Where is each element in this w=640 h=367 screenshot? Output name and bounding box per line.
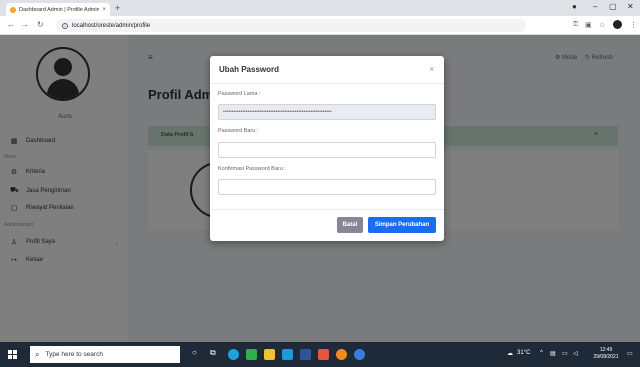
change-password-modal: Ubah Password × Password Lama : ••••••••…: [210, 56, 444, 241]
search-icon: ⌕: [35, 349, 40, 359]
store-icon[interactable]: [282, 349, 293, 360]
app-orange-icon[interactable]: [318, 349, 329, 360]
browser-tab-bar: Dashboard Admin | Profile Admin × + ● – …: [0, 0, 640, 16]
address-bar: ← → ↻ i localhost/oreste/admin/profile ⚿…: [0, 16, 640, 35]
taskbar-search[interactable]: ⌕ Type here to search: [30, 346, 180, 363]
weather-icon[interactable]: ☁: [507, 350, 513, 357]
save-changes-button[interactable]: Simpan Perubahan: [368, 217, 436, 233]
app-blue-icon[interactable]: [354, 349, 365, 360]
profile-avatar-icon[interactable]: [613, 20, 622, 29]
edge-icon[interactable]: [228, 349, 239, 360]
tab-close-icon[interactable]: ×: [102, 7, 106, 13]
url-field[interactable]: i localhost/oreste/admin/profile: [56, 19, 526, 32]
clock-date: 29/08/2021: [593, 354, 619, 360]
url-text: localhost/oreste/admin/profile: [72, 22, 151, 29]
battery-icon[interactable]: ▭: [562, 350, 568, 357]
back-icon[interactable]: ←: [7, 20, 15, 29]
menu-dots-icon[interactable]: ⋮: [630, 21, 637, 29]
network-icon[interactable]: ▤: [550, 350, 556, 357]
cortana-icon[interactable]: ○: [192, 348, 197, 357]
forward-icon[interactable]: →: [21, 20, 29, 29]
cancel-button[interactable]: Batal: [337, 217, 363, 233]
temperature-label: 31°C: [517, 350, 531, 356]
notification-icon[interactable]: ▭: [627, 350, 633, 357]
extension-icon[interactable]: ▣: [585, 21, 592, 29]
favicon-icon: [10, 6, 16, 13]
taskbar-clock[interactable]: 12:49 29/08/2021: [592, 347, 620, 361]
word-icon[interactable]: [300, 349, 311, 360]
browser-tab[interactable]: Dashboard Admin | Profile Admin ×: [6, 3, 110, 16]
modal-close-icon[interactable]: ×: [429, 64, 434, 74]
new-tab-button[interactable]: +: [115, 3, 120, 13]
task-view-icon[interactable]: ⧉: [210, 348, 216, 358]
file-explorer-icon[interactable]: [264, 349, 275, 360]
tab-title: Dashboard Admin | Profile Admin: [19, 6, 100, 13]
close-window-icon[interactable]: ✕: [627, 2, 634, 11]
modal-header-divider: [210, 83, 444, 84]
clock-time: 12:49: [599, 347, 613, 353]
firefox-icon[interactable]: [336, 349, 347, 360]
modal-title: Ubah Password: [219, 65, 280, 74]
taskbar: ⌕ Type here to search ○ ⧉ ☁ 31°C ^ ▤ ▭ ◁…: [0, 342, 640, 367]
minimize-icon[interactable]: –: [593, 2, 597, 11]
maximize-icon[interactable]: ▢: [609, 2, 617, 11]
info-icon: i: [62, 22, 68, 29]
search-placeholder: Type here to search: [45, 351, 103, 358]
tray-chevron-icon[interactable]: ^: [540, 350, 543, 356]
reload-icon[interactable]: ↻: [37, 20, 44, 29]
confirm-password-field[interactable]: [218, 179, 436, 195]
star-icon[interactable]: ☆: [599, 21, 605, 29]
new-password-label: Password Baru :: [218, 128, 259, 134]
key-icon[interactable]: ⚿: [573, 21, 578, 29]
volume-icon[interactable]: ◁: [573, 350, 578, 357]
old-password-label: Password Lama :: [218, 91, 261, 97]
new-password-field[interactable]: [218, 142, 436, 158]
confirm-password-label: Konfirmasi Password Baru :: [218, 166, 286, 172]
record-icon[interactable]: ●: [572, 2, 577, 11]
app-green-icon[interactable]: [246, 349, 257, 360]
modal-footer-divider: [210, 209, 444, 210]
old-password-field[interactable]: ••••••••••••••••••••••••••••••••••••••••…: [218, 104, 436, 120]
windows-start-icon[interactable]: [8, 350, 17, 359]
